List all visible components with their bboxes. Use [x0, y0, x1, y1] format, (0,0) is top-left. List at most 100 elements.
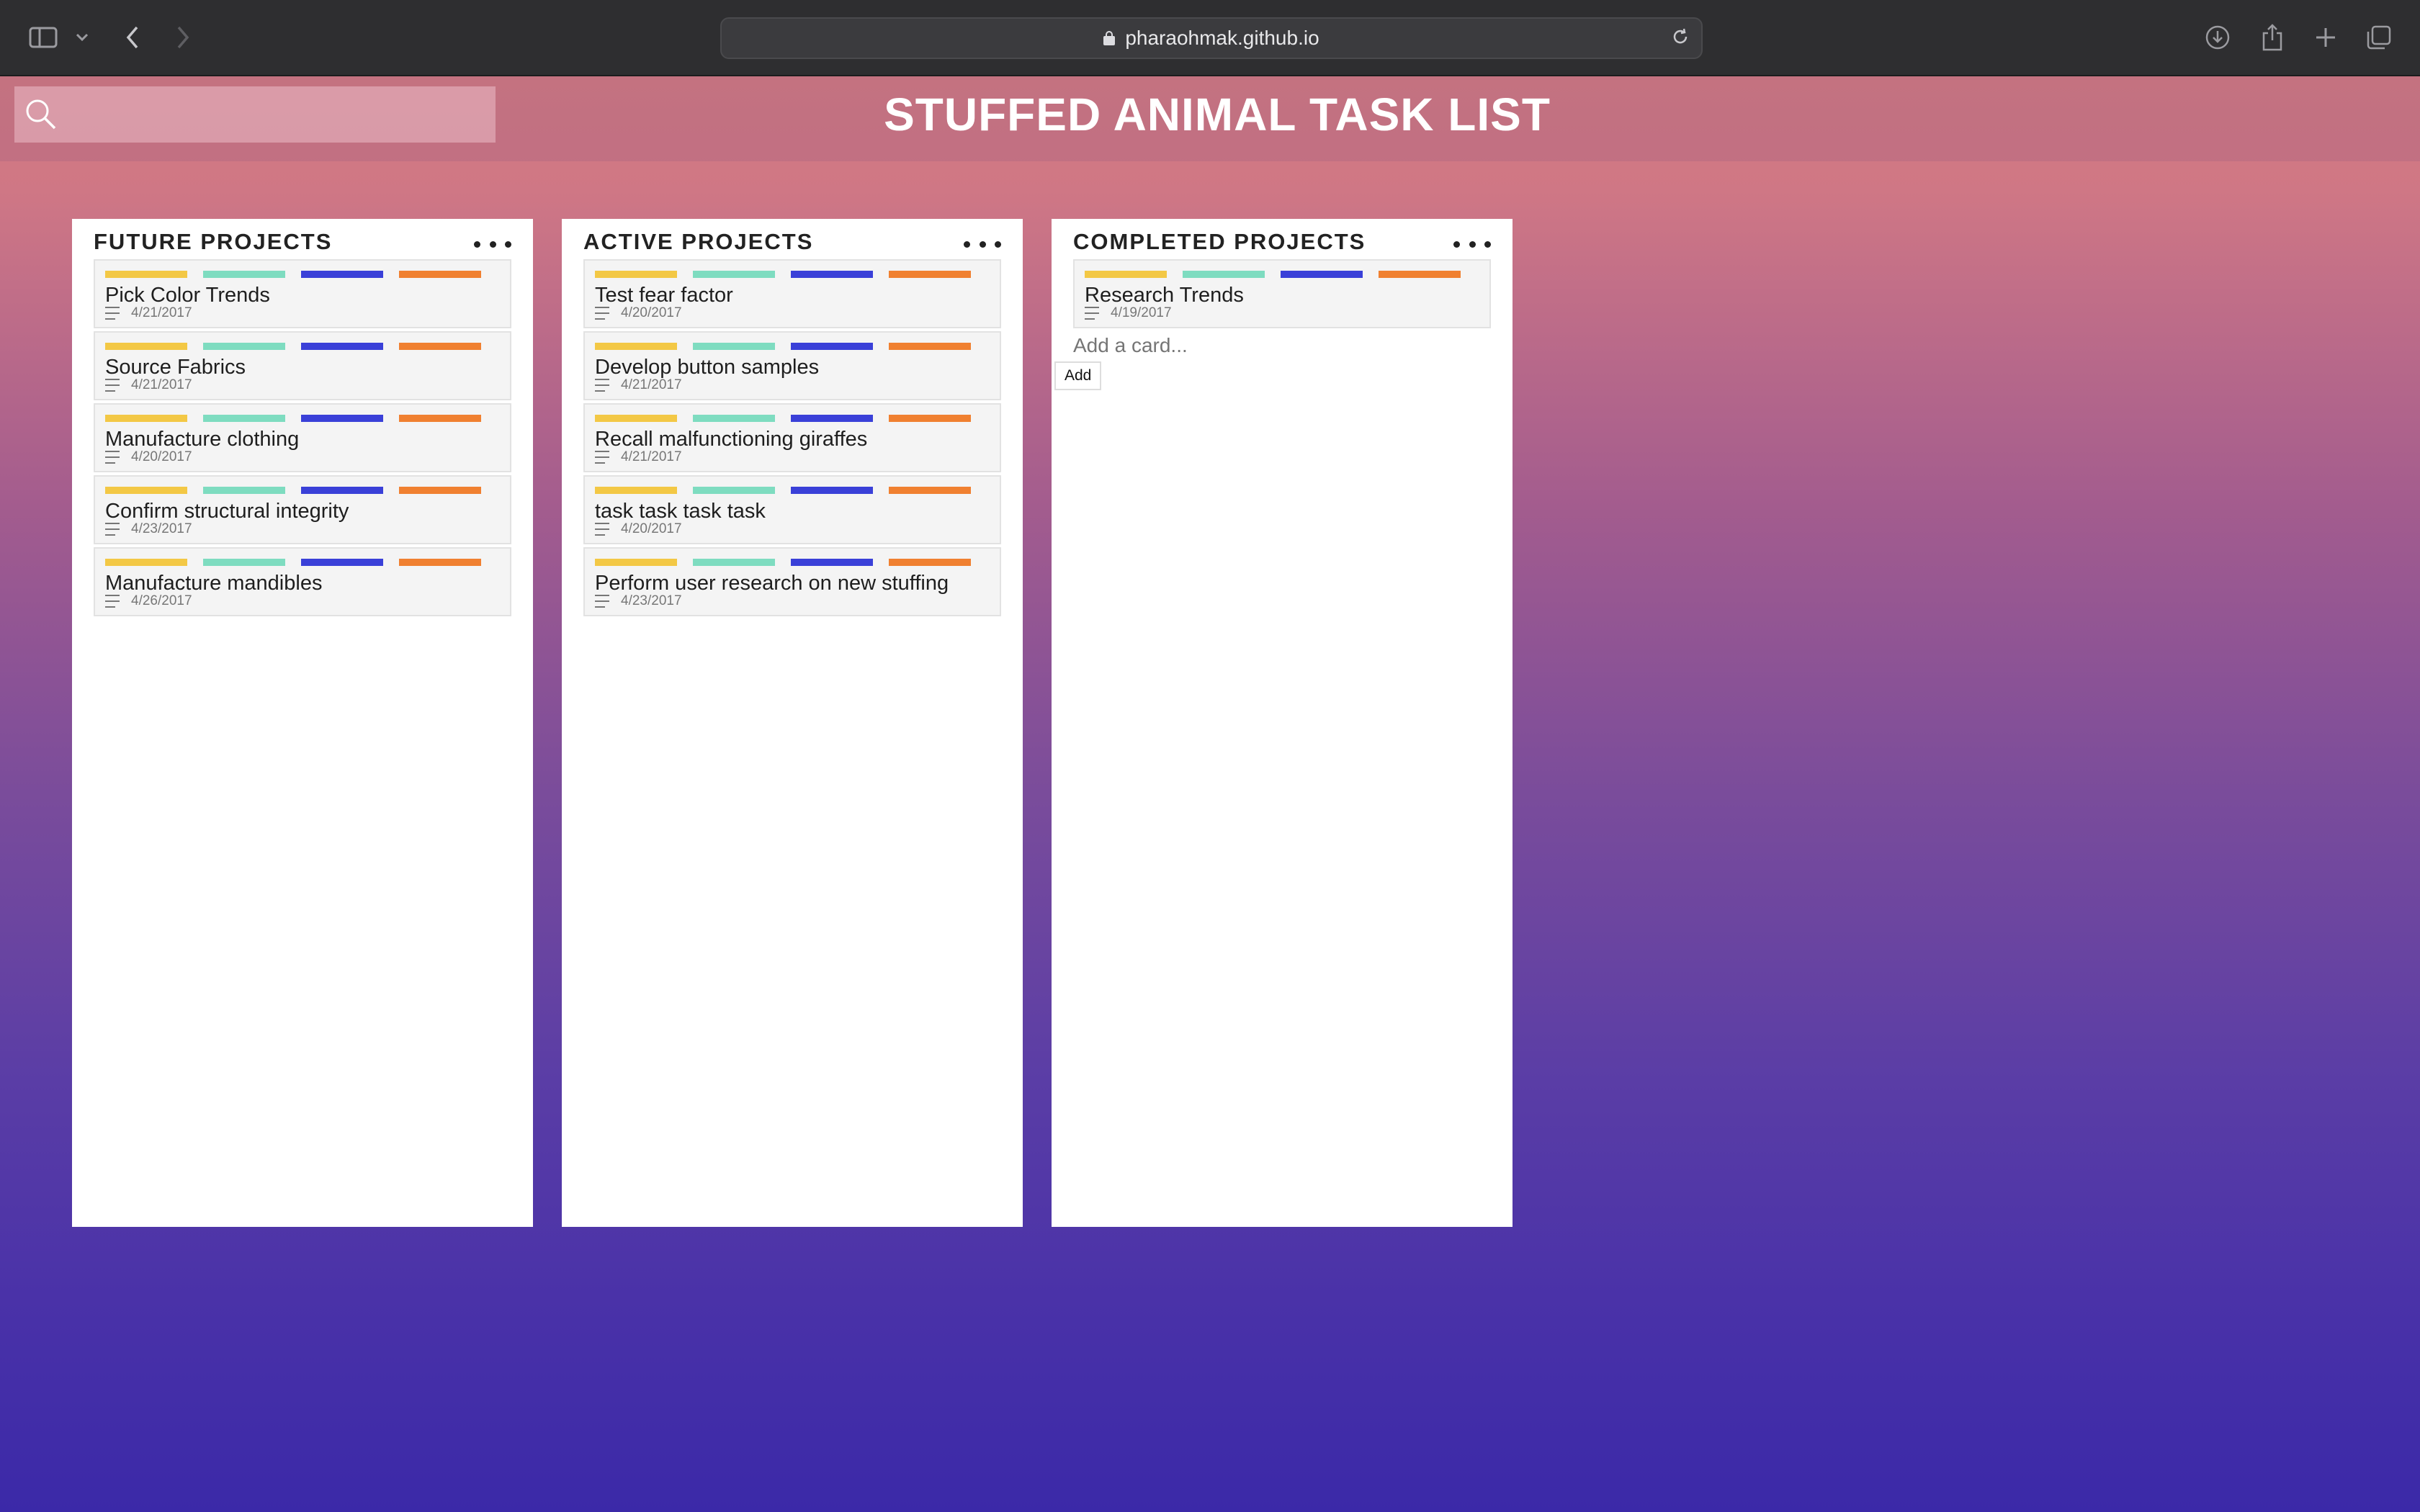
card-meta: 4/23/2017: [105, 521, 192, 537]
back-icon[interactable]: [120, 19, 145, 56]
card-date: 4/21/2017: [131, 305, 192, 320]
label-bar: [1085, 271, 1167, 278]
list-title: COMPLETED PROJECTS: [1073, 229, 1366, 254]
card-title: Develop button samples: [595, 356, 820, 379]
card-meta: 4/19/2017: [1085, 305, 1172, 321]
downloads-icon[interactable]: [2202, 19, 2233, 56]
more-options-icon[interactable]: [474, 233, 511, 255]
card-title: Test fear factor: [595, 284, 733, 307]
card-date: 4/21/2017: [621, 449, 682, 464]
label-bar: [693, 415, 775, 422]
card-meta: 4/21/2017: [595, 449, 682, 465]
task-card[interactable]: Research Trends 4/19/2017: [1073, 259, 1491, 328]
label-bar: [889, 415, 971, 422]
description-icon: [105, 307, 120, 320]
tab-overview-icon[interactable]: [2364, 19, 2394, 56]
card-date: 4/23/2017: [131, 521, 192, 536]
task-card[interactable]: Test fear factor 4/20/2017: [583, 259, 1001, 328]
card-title: Source Fabrics: [105, 356, 246, 379]
task-card[interactable]: Manufacture mandibles 4/26/2017: [94, 547, 511, 616]
card-labels: [105, 559, 481, 566]
list-future-projects: FUTURE PROJECTS Pick Color Trends 4/21/20…: [72, 219, 533, 1227]
url-text: pharaohmak.github.io: [1125, 27, 1319, 49]
task-card[interactable]: Pick Color Trends 4/21/2017: [94, 259, 511, 328]
task-card[interactable]: Perform user research on new stuffing 4/2…: [583, 547, 1001, 616]
label-bar: [595, 559, 677, 566]
list-title: ACTIVE PROJECTS: [583, 229, 814, 254]
forward-icon[interactable]: [170, 19, 196, 56]
task-card[interactable]: Manufacture clothing 4/20/2017: [94, 403, 511, 472]
sidebar-toggle-icon[interactable]: [27, 19, 59, 56]
label-bar: [203, 343, 285, 350]
card-labels: [595, 271, 971, 278]
label-bar: [301, 271, 383, 278]
app-header: STUFFED ANIMAL TASK LIST: [0, 76, 2420, 161]
label-bar: [791, 487, 873, 494]
label-bar: [889, 559, 971, 566]
label-bar: [203, 271, 285, 278]
label-bar: [595, 487, 677, 494]
app-background: STUFFED ANIMAL TASK LIST FUTURE PROJECTS…: [0, 76, 2420, 1512]
task-card[interactable]: Recall malfunctioning giraffes 4/21/2017: [583, 403, 1001, 472]
address-bar[interactable]: pharaohmak.github.io: [720, 17, 1703, 59]
label-bar: [595, 343, 677, 350]
card-title: Confirm structural integrity: [105, 500, 349, 523]
card-meta: 4/26/2017: [105, 593, 192, 609]
list-title: FUTURE PROJECTS: [94, 229, 333, 254]
label-bar: [693, 559, 775, 566]
add-card-input[interactable]: [1073, 331, 1361, 360]
card-title: task task task task: [595, 500, 766, 523]
task-card[interactable]: Develop button samples 4/21/2017: [583, 331, 1001, 400]
card-date: 4/23/2017: [621, 593, 682, 608]
label-bar: [791, 559, 873, 566]
page-title: STUFFED ANIMAL TASK LIST: [884, 89, 1551, 140]
card-date: 4/21/2017: [131, 377, 192, 392]
card-labels: [595, 415, 971, 422]
card-labels: [105, 271, 481, 278]
card-title: Perform user research on new stuffing: [595, 572, 949, 595]
card-labels: [595, 559, 971, 566]
list-active-projects: ACTIVE PROJECTS Test fear factor 4/20/201…: [562, 219, 1023, 1227]
label-bar: [889, 487, 971, 494]
browser-toolbar: pharaohmak.github.io: [0, 0, 2420, 76]
reload-icon[interactable]: [1670, 26, 1691, 48]
new-tab-icon[interactable]: [2311, 19, 2341, 56]
card-labels: [1085, 271, 1461, 278]
card-labels: [105, 487, 481, 494]
more-options-icon[interactable]: [1453, 233, 1491, 255]
description-icon: [105, 523, 120, 536]
label-bar: [1281, 271, 1363, 278]
card-title: Research Trends: [1085, 284, 1244, 307]
chevron-down-icon[interactable]: [72, 19, 92, 56]
label-bar: [203, 559, 285, 566]
description-icon: [595, 595, 609, 608]
card-title: Manufacture clothing: [105, 428, 300, 451]
label-bar: [1379, 271, 1461, 278]
label-bar: [203, 415, 285, 422]
card-date: 4/21/2017: [621, 377, 682, 392]
card-labels: [105, 415, 481, 422]
card-title: Recall malfunctioning giraffes: [595, 428, 868, 451]
task-card[interactable]: Source Fabrics 4/21/2017: [94, 331, 511, 400]
task-card[interactable]: Confirm structural integrity 4/23/2017: [94, 475, 511, 544]
label-bar: [399, 487, 481, 494]
description-icon: [595, 379, 609, 392]
card-meta: 4/21/2017: [595, 377, 682, 393]
label-bar: [399, 343, 481, 350]
label-bar: [105, 271, 187, 278]
description-icon: [595, 523, 609, 536]
card-meta: 4/20/2017: [105, 449, 192, 465]
label-bar: [301, 343, 383, 350]
label-bar: [693, 343, 775, 350]
task-card[interactable]: task task task task 4/20/2017: [583, 475, 1001, 544]
label-bar: [1183, 271, 1265, 278]
card-date: 4/20/2017: [131, 449, 192, 464]
more-options-icon[interactable]: [964, 233, 1001, 255]
share-icon[interactable]: [2257, 19, 2287, 56]
label-bar: [399, 559, 481, 566]
add-card-button[interactable]: Add: [1054, 361, 1102, 390]
label-bar: [105, 559, 187, 566]
label-bar: [791, 415, 873, 422]
label-bar: [595, 271, 677, 278]
label-bar: [203, 487, 285, 494]
